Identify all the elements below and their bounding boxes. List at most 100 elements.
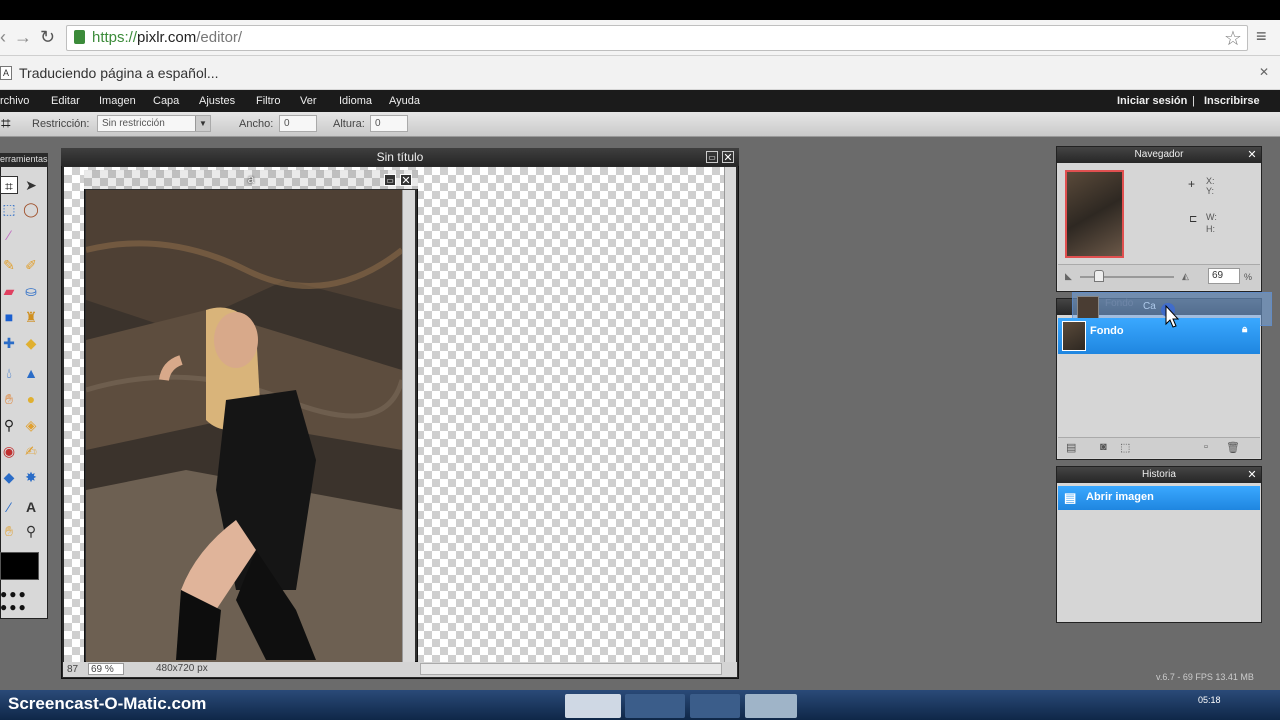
photo-image[interactable] (86, 190, 402, 662)
drawing-icon[interactable]: ◆ (0, 468, 18, 486)
eraser-icon[interactable]: ▰ (0, 282, 18, 300)
translate-close-icon[interactable]: ✕ (1259, 65, 1269, 79)
menu-layer[interactable]: Capa (153, 95, 179, 107)
marquee-icon[interactable]: ⬚ (0, 200, 18, 218)
bookmark-star-icon[interactable]: ☆ (1224, 26, 1242, 51)
menu-filter[interactable]: Filtro (256, 95, 280, 107)
translate-icon: A (0, 66, 12, 80)
image-close-icon[interactable]: ✕ (400, 174, 412, 187)
blur-icon[interactable]: 💧︎ (0, 364, 18, 382)
restriction-value: Sin restricción (102, 118, 165, 129)
sharpen-icon[interactable]: ▲ (22, 364, 40, 382)
menu-bar (0, 90, 1280, 112)
width-field[interactable]: 0 (279, 115, 317, 132)
nav-w-label: W: (1206, 212, 1217, 222)
menu-view[interactable]: Ver (300, 95, 317, 107)
restriction-select[interactable]: Sin restricción (97, 115, 211, 132)
menu-edit[interactable]: Editar (51, 95, 80, 107)
zoom-tool-icon[interactable]: ⚲ (0, 416, 18, 434)
navigator-close-icon[interactable]: ✕ (1246, 149, 1258, 161)
layer-thumbnail (1062, 321, 1086, 351)
image-vertical-scrollbar[interactable] (402, 190, 415, 662)
type-icon[interactable]: A (22, 498, 40, 516)
photo-illustration (86, 190, 402, 662)
lock-icon[interactable]: 🔒︎ (1242, 324, 1247, 335)
image-window-titlebar[interactable]: a (84, 170, 418, 189)
translate-status: Traduciendo página a español... (19, 65, 219, 81)
back-icon[interactable]: ‹ (0, 27, 6, 48)
address-bar[interactable] (66, 25, 1248, 51)
taskbar-button[interactable] (690, 694, 740, 718)
url-text[interactable]: https://pixlr.com/editor/ (92, 29, 242, 46)
wand-icon[interactable]: ⁄ (0, 226, 18, 244)
navigator-title: Navegador (1057, 147, 1261, 163)
zoom-slider-thumb[interactable] (1094, 270, 1104, 282)
smudge-icon[interactable]: ✍︎ (22, 442, 40, 460)
zoom-in-icon[interactable]: ◭ (1182, 271, 1189, 282)
crosshair-icon: + (1188, 177, 1196, 191)
close-icon[interactable]: ✕ (722, 151, 734, 164)
lasso-icon[interactable]: ◯ (22, 200, 40, 218)
image-zoom-field[interactable]: 69 % (88, 663, 124, 675)
menu-image[interactable]: Imagen (99, 95, 136, 107)
shape-icon[interactable]: ✸ (22, 468, 40, 486)
history-close-icon[interactable]: ✕ (1246, 469, 1258, 481)
hand-icon[interactable]: ✋︎ (0, 522, 18, 540)
new-layer-icon[interactable]: ▫ (1204, 441, 1208, 453)
height-field[interactable]: 0 (370, 115, 408, 132)
reload-icon[interactable]: ↻ (40, 27, 55, 48)
bloat-icon[interactable]: ◆ (22, 334, 40, 352)
height-label: Altura: (333, 118, 365, 130)
picker-icon[interactable]: ⁄ (0, 498, 18, 516)
crop-icon[interactable]: ⌗ (0, 176, 18, 194)
history-item[interactable]: ▤ Abrir imagen (1058, 486, 1260, 510)
menu-file[interactable]: rchivo (0, 95, 29, 107)
menu-help[interactable]: Ayuda (389, 95, 420, 107)
heal-icon[interactable]: ✚ (0, 334, 18, 352)
taskbar-button[interactable] (625, 694, 685, 718)
menu-adjustments[interactable]: Ajustes (199, 95, 235, 107)
layer-ghost-label: Fondo (1105, 298, 1134, 309)
sponge-icon[interactable]: ● (22, 390, 40, 408)
navigator-zoom-field[interactable]: 69 (1208, 268, 1240, 284)
doc-horizontal-scrollbar[interactable] (420, 663, 722, 675)
taskbar-button[interactable] (565, 694, 621, 718)
layer-settings-icon[interactable]: ▤ (1066, 441, 1076, 454)
nav-h-label: H: (1206, 224, 1215, 234)
trash-icon[interactable]: 🗑︎ (1226, 441, 1240, 454)
layer-style-icon[interactable]: ⬚ (1120, 441, 1130, 454)
chevron-down-icon[interactable]: ▼ (195, 116, 210, 131)
navigator-zoom-unit: % (1244, 272, 1253, 282)
layer-mask-icon[interactable]: ◙ (1100, 441, 1107, 453)
forward-icon[interactable]: → (14, 27, 32, 48)
gradient-icon[interactable]: ■ (0, 308, 18, 326)
pencil-icon[interactable]: ✎ (0, 256, 18, 274)
menu-language[interactable]: Idioma (339, 95, 372, 107)
register-link[interactable]: Inscribirse (1204, 95, 1260, 107)
height-value: 0 (375, 118, 381, 129)
restriction-label: Restricción: (32, 118, 90, 130)
menu-icon[interactable]: ≡ (1256, 26, 1267, 47)
bucket-icon[interactable]: ⛀ (22, 282, 40, 300)
window-top-bar (0, 0, 1280, 20)
move-icon[interactable]: ➤ (22, 176, 40, 194)
taskbar-button[interactable] (745, 694, 797, 718)
maximize-icon[interactable]: ▭ (706, 151, 718, 163)
doc-vertical-scrollbar[interactable] (724, 167, 736, 662)
layer-name: Fondo (1090, 325, 1124, 337)
color-replace-icon[interactable]: ◈ (22, 416, 40, 434)
navigator-thumbnail[interactable] (1065, 170, 1124, 258)
color-swatch[interactable] (0, 552, 39, 580)
dodge-icon[interactable]: ✋︎ (0, 390, 18, 408)
zoom-out-icon[interactable]: ◣ (1065, 271, 1072, 282)
history-title: Historia (1057, 467, 1261, 483)
login-link[interactable]: Iniciar sesión (1117, 95, 1187, 107)
stamp-icon[interactable]: ♜ (22, 308, 40, 326)
redeye-icon[interactable]: ◉ (0, 442, 18, 460)
grid-options-icon[interactable]: ●●● ●●● (0, 588, 42, 616)
nav-x-label: X: (1206, 176, 1215, 186)
image-maximize-icon[interactable]: ▭ (384, 174, 396, 186)
layer-row-fondo[interactable]: Fondo 🔒︎ (1058, 318, 1260, 354)
zoom-icon[interactable]: ⚲ (22, 522, 40, 540)
brush-icon[interactable]: ✐ (22, 256, 40, 274)
